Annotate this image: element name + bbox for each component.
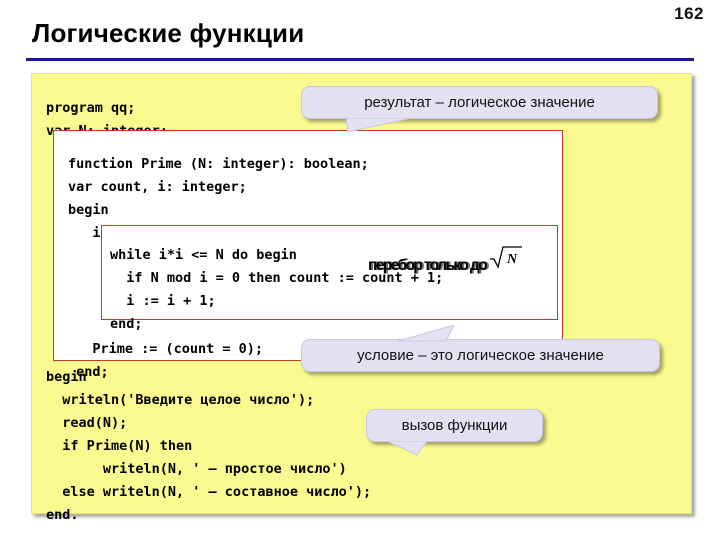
code-panel: program qq; var N: integer; function Pri…	[31, 73, 692, 523]
callout-condition-label: условие – это логическое значение	[357, 347, 604, 364]
callout-result[interactable]: результат – логическое значение	[301, 86, 658, 133]
callout-call-tail	[387, 441, 431, 457]
callout-call-label: вызов функции	[401, 417, 508, 434]
page-number: 162	[674, 4, 704, 23]
callout-condition-tail	[398, 325, 458, 342]
square-root-icon: N	[489, 245, 523, 269]
callout-call[interactable]: вызов функции	[366, 409, 543, 456]
title-divider	[26, 58, 694, 61]
sqrt-annotation: перебор только до N	[368, 246, 523, 275]
callout-result-tail	[346, 118, 416, 134]
sqrt-radicand: N	[506, 252, 518, 267]
page-title: Логические функции	[32, 18, 305, 48]
callout-result-label: результат – логическое значение	[364, 94, 595, 111]
callout-condition[interactable]: условие – это логическое значение	[301, 325, 660, 372]
main-program-lines: begin writeln('Введите целое число'); re…	[46, 368, 372, 523]
sqrt-annotation-label: перебор только до	[368, 257, 488, 274]
